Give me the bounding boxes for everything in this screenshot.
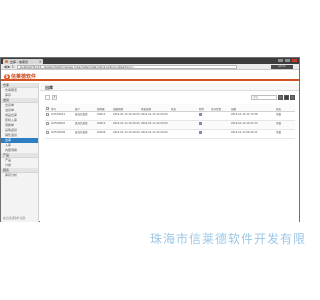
table-cell: SO010: [96, 120, 112, 130]
table-body: OUT/00011 珠海信莱德 SO011 2014-01-15 12:00:00 20…: [45, 111, 295, 139]
table-cell: [170, 111, 198, 121]
user-chip[interactable]: admin: [271, 65, 293, 69]
table-cell: [198, 129, 210, 139]
column-header[interactable]: 承诺日期: [140, 104, 170, 112]
table-cell: [210, 120, 230, 130]
table-cell: [170, 129, 198, 139]
table-cell: 2014-01-13 09:45:11: [230, 129, 275, 139]
logo-icon: S: [4, 73, 10, 80]
column-header[interactable]: 单号: [50, 104, 74, 112]
main-content: 出库 ▾ 搜索 单号 客户 源单据 创建日期 承诺日期 状态 附件 库存位置 创建 状态: [40, 83, 299, 222]
table-header: 单号 客户 源单据 创建日期 承诺日期 状态 附件 库存位置 创建 状态: [45, 104, 295, 112]
table-cell: 2014-01-13 12:00:00: [112, 129, 140, 139]
sidebar-item[interactable]: 库存分析: [1, 173, 38, 178]
table-cell: 2014-01-13 12:00:00: [140, 129, 170, 139]
document-icon[interactable]: [199, 112, 202, 116]
table-cell: SO009: [96, 129, 112, 139]
reload-icon[interactable]: ↻: [11, 65, 15, 69]
picking-table: 单号 客户 源单据 创建日期 承诺日期 状态 附件 库存位置 创建 状态 OUT/00011 珠海信…: [45, 104, 295, 139]
column-header[interactable]: 状态: [275, 104, 295, 112]
table-cell: 2014-01-14 12:00:00: [140, 120, 170, 130]
table-cell: 草稿: [275, 111, 295, 121]
table-cell: 草稿: [275, 129, 295, 139]
table-cell: OUT/00011: [50, 111, 74, 121]
table-row[interactable]: OUT/00010 珠海信莱德 SO010 2014-01-14 12:00:00 20…: [45, 120, 295, 130]
table-cell: 2014-01-15 12:00:00: [140, 111, 170, 121]
table-cell: [198, 120, 210, 130]
table-cell: 2014-01-15 12:00:00: [112, 111, 140, 121]
checkbox-icon[interactable]: [46, 112, 49, 116]
table-cell: 珠海信莱德: [74, 120, 96, 130]
brand-name: 信莱德软件: [11, 74, 37, 80]
table-cell: 2014-01-14 12:00:00: [112, 120, 140, 130]
select-all-checkbox[interactable]: [45, 95, 50, 100]
table-cell: [210, 111, 230, 121]
sidebar: 仓库 仓库概览 库存 发货 出货单 进货单 成品出库 原料入库 调拨单 采购退货 销售退货 出库 入库内…: [1, 83, 39, 222]
sidebar-menu: 仓库 仓库概览 库存 发货 出货单 进货单 成品出库 原料入库 调拨单 采购退货 销售退货 出库 入库内…: [1, 83, 38, 178]
checkbox-icon[interactable]: [46, 106, 49, 110]
favicon-icon: [5, 60, 8, 63]
table-cell: OUT/00010: [50, 120, 74, 130]
table-row[interactable]: OUT/00009 珠海信莱德 SO009 2014-01-13 12:00:00 20…: [45, 129, 295, 139]
column-header[interactable]: 创建: [230, 104, 275, 112]
pager-prev-button[interactable]: [278, 95, 283, 100]
page-header: 出库: [40, 83, 299, 91]
list-view-button[interactable]: [284, 95, 289, 100]
table-row[interactable]: OUT/00011 珠海信莱德 SO011 2014-01-15 12:00:00 20…: [45, 111, 295, 121]
brand-logo[interactable]: S 信莱德软件: [4, 73, 36, 80]
watermark: 珠海市信莱德软件开发有限: [150, 232, 307, 246]
column-header[interactable]: 创建日期: [112, 104, 140, 112]
toolbar: ▾ 搜索: [45, 95, 295, 101]
table-cell: [210, 129, 230, 139]
table-cell: 2014-01-14 10:21:32: [230, 120, 275, 130]
checkbox-icon[interactable]: [46, 130, 49, 134]
search-input[interactable]: 搜索: [251, 95, 277, 100]
table-cell: 草稿: [275, 120, 295, 130]
column-header[interactable]: 状态: [170, 104, 198, 112]
table-cell: SO011: [96, 111, 112, 121]
table-cell: 珠海信莱德: [74, 129, 96, 139]
column-header[interactable]: 客户: [74, 104, 96, 112]
url-input[interactable]: localhost/?b=13... &page=&html=&view_typ…: [17, 65, 237, 69]
app-header: S 信莱德软件: [1, 71, 299, 81]
document-icon[interactable]: [199, 121, 202, 125]
document-icon[interactable]: [199, 130, 202, 134]
form-view-button[interactable]: [290, 95, 295, 100]
table-cell: OUT/00009: [50, 129, 74, 139]
table-cell: 珠海信莱德: [74, 111, 96, 121]
table-cell: [170, 120, 198, 130]
table-cell: [198, 111, 210, 121]
minimize-button[interactable]: [278, 59, 283, 62]
column-header[interactable]: 附件: [198, 104, 210, 112]
column-header[interactable]: 库存位置: [210, 104, 230, 112]
close-window-button[interactable]: [292, 59, 297, 62]
maximize-button[interactable]: [285, 59, 290, 62]
browser-window: 出库 - 信莱德 × ◀ ▶ ↻ localhost/?b=13... &pag…: [0, 57, 300, 222]
more-icon[interactable]: ▾: [52, 95, 57, 100]
window-controls: [278, 59, 297, 62]
column-header[interactable]: 源单据: [96, 104, 112, 112]
table-cell: 2014-01-15 11:13:58: [230, 111, 275, 121]
page-title: 出库: [45, 85, 53, 90]
address-bar: ◀ ▶ ↻ localhost/?b=13... &page=&html=&vi…: [1, 64, 299, 70]
sidebar-footer: 由 信莱德软件 提供: [3, 217, 26, 220]
checkbox-icon[interactable]: [46, 121, 49, 125]
